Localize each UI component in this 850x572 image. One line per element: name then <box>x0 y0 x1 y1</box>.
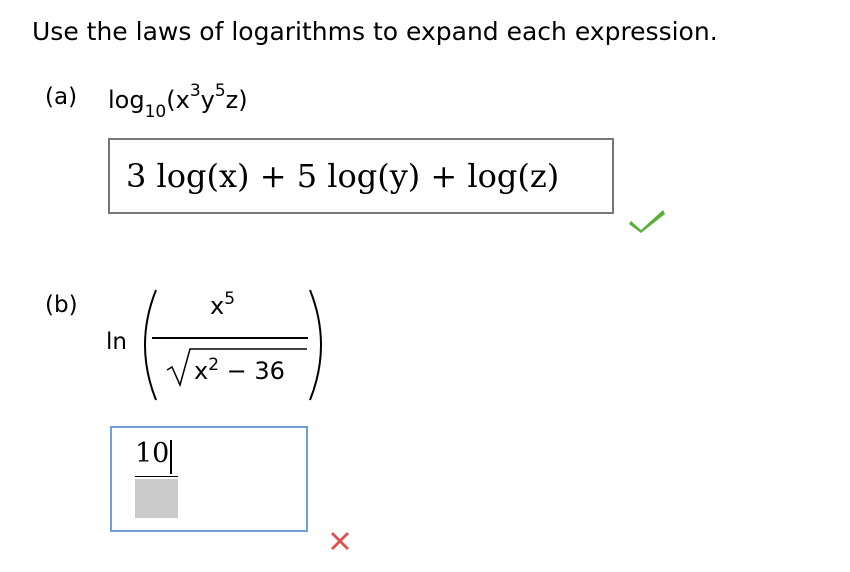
y-exponent: 5 <box>214 81 226 101</box>
y-variable: y <box>200 86 215 114</box>
denominator-base: x <box>194 357 209 385</box>
part-a-answer-box[interactable]: 3 log(x) + 5 log(y) + log(z) <box>108 138 614 214</box>
numerator-base: x <box>210 292 225 320</box>
fraction-bar <box>152 337 308 339</box>
check-icon <box>629 210 665 233</box>
fraction-bar-input <box>135 476 178 477</box>
x-exponent: 3 <box>189 81 201 101</box>
log-base: 10 <box>144 101 167 122</box>
part-b-label: (b) <box>45 292 78 318</box>
right-paren <box>309 289 322 401</box>
x-icon <box>331 532 349 550</box>
part-a-answer-text: 3 log(x) + 5 log(y) + log(z) <box>126 157 560 195</box>
denominator-exponent: 2 <box>208 355 220 375</box>
expr-close: z) <box>225 86 248 114</box>
empty-denominator-slot[interactable] <box>135 479 178 518</box>
denominator: x2 − 36 <box>194 355 285 385</box>
denominator-rest: − 36 <box>219 357 285 385</box>
instructions: Use the laws of logarithms to expand eac… <box>32 17 718 46</box>
part-a-label: (a) <box>45 84 78 110</box>
numerator: x5 <box>210 289 236 320</box>
expr-open: (x <box>166 86 190 114</box>
log-function: log <box>108 86 145 114</box>
part-b-answer-value: 10 <box>135 438 170 469</box>
ln-function: ln <box>106 329 127 355</box>
left-paren <box>144 289 157 401</box>
numerator-exponent: 5 <box>224 289 236 309</box>
part-a-expression: log10(x3y5z) <box>108 81 248 122</box>
text-caret <box>170 440 172 474</box>
